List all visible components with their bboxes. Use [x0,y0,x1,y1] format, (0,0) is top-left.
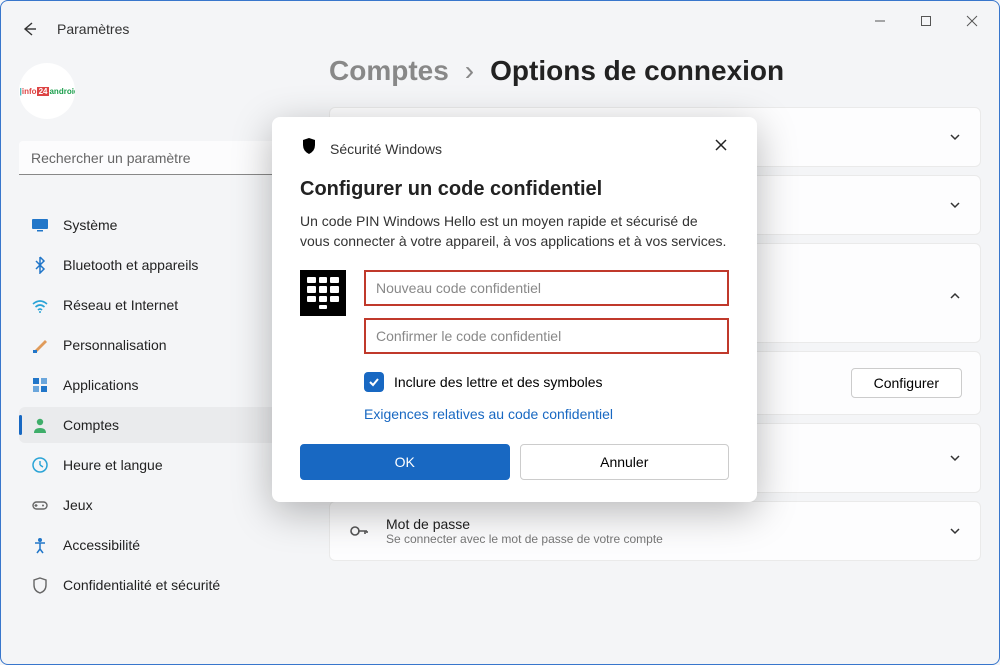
pin-setup-dialog: Sécurité Windows Configurer un code conf… [272,117,757,502]
sidebar-item-label: Jeux [63,497,93,513]
sidebar-item-system[interactable]: Système [19,207,289,243]
configure-button[interactable]: Configurer [851,368,962,398]
dialog-description: Un code PIN Windows Hello est un moyen r… [300,211,729,252]
option-card-password[interactable]: Mot de passe Se connecter avec le mot de… [329,501,981,561]
accessibility-icon [31,536,49,554]
back-button[interactable] [19,19,39,39]
user-avatar[interactable]: |||info24android [19,63,75,119]
nav: Système Bluetooth et appareils Réseau et… [19,207,289,603]
confirm-pin-input[interactable] [364,318,729,354]
window-titlebar [1,1,999,41]
minimize-button[interactable] [857,5,903,37]
sidebar-item-bluetooth[interactable]: Bluetooth et appareils [19,247,289,283]
chevron-down-icon [948,198,962,212]
sidebar-item-label: Bluetooth et appareils [63,257,198,273]
breadcrumb-parent[interactable]: Comptes [329,55,449,87]
monitor-icon [31,216,49,234]
cancel-button[interactable]: Annuler [520,444,730,480]
chevron-down-icon [948,130,962,144]
sidebar-item-privacy[interactable]: Confidentialité et sécurité [19,567,289,603]
bluetooth-icon [31,256,49,274]
shield-icon [31,576,49,594]
option-card-title: Mot de passe [386,516,663,532]
sidebar-item-label: Applications [63,377,139,393]
sidebar-item-label: Confidentialité et sécurité [63,577,220,593]
gamepad-icon [31,496,49,514]
wifi-icon [31,296,49,314]
chevron-down-icon [948,524,962,538]
brush-icon [31,336,49,354]
sidebar-item-label: Personnalisation [63,337,167,353]
dialog-title: Configurer un code confidentiel [300,178,729,201]
sidebar-item-gaming[interactable]: Jeux [19,487,289,523]
sidebar-item-accounts[interactable]: Comptes [19,407,289,443]
sidebar-item-accessibility[interactable]: Accessibilité [19,527,289,563]
search-input[interactable] [19,141,289,175]
sidebar-item-label: Heure et langue [63,457,163,473]
shield-icon [300,137,318,160]
chevron-down-icon [948,451,962,465]
globe-clock-icon [31,456,49,474]
close-button[interactable] [949,5,995,37]
option-card-sub: Se connecter avec le mot de passe de vot… [386,532,663,546]
sidebar-item-time-lang[interactable]: Heure et langue [19,447,289,483]
sidebar-item-label: Accessibilité [63,537,140,553]
key-icon [348,520,370,542]
include-symbols-checkbox[interactable] [364,372,384,392]
maximize-button[interactable] [903,5,949,37]
dialog-header-title: Sécurité Windows [330,141,442,157]
new-pin-input[interactable] [364,270,729,306]
ok-button[interactable]: OK [300,444,510,480]
sidebar-item-network[interactable]: Réseau et Internet [19,287,289,323]
sidebar-item-label: Système [63,217,117,233]
sidebar-item-personalization[interactable]: Personnalisation [19,327,289,363]
pin-requirements-link[interactable]: Exigences relatives au code confidentiel [364,406,729,422]
pin-pad-icon [300,270,346,316]
user-icon [31,416,49,434]
sidebar-item-label: Comptes [63,417,119,433]
dialog-close-button[interactable] [709,133,733,157]
chevron-up-icon [948,289,962,303]
apps-icon [31,376,49,394]
breadcrumb: Comptes › Options de connexion [329,55,981,87]
sidebar-item-apps[interactable]: Applications [19,367,289,403]
sidebar-item-label: Réseau et Internet [63,297,178,313]
chevron-right-icon: › [465,55,474,87]
sidebar: |||info24android Système Bluetooth et ap… [19,53,289,603]
breadcrumb-current: Options de connexion [490,55,784,87]
app-title: Paramètres [57,21,129,37]
include-symbols-label: Inclure des lettre et des symboles [394,374,603,390]
